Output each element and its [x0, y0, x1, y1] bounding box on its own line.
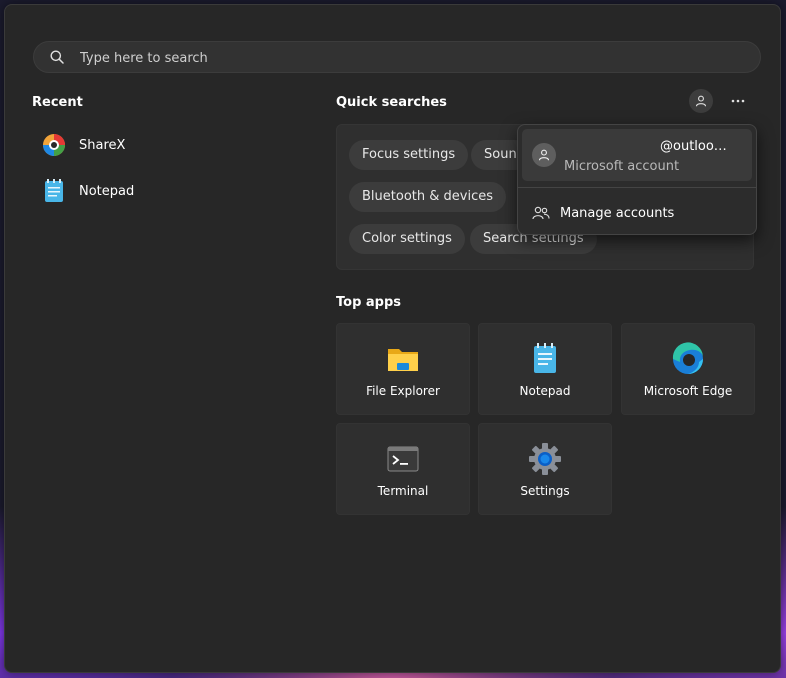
app-tile-file-explorer[interactable]: File Explorer — [336, 323, 470, 415]
person-icon — [695, 95, 707, 107]
notepad-icon — [534, 343, 556, 373]
app-tile-terminal[interactable]: Terminal — [336, 423, 470, 515]
avatar — [532, 143, 556, 167]
recent-item-sharex[interactable]: ShareX — [41, 127, 291, 163]
edge-icon — [672, 342, 703, 374]
account-button[interactable] — [689, 89, 713, 113]
chip-focus-settings[interactable]: Focus settings — [349, 140, 469, 170]
chip-color-settings[interactable]: Color settings — [349, 224, 465, 254]
folder-icon — [388, 349, 418, 371]
account-email: @outloo… — [660, 139, 727, 154]
more-options-button[interactable] — [726, 89, 750, 113]
gear-icon — [529, 443, 561, 475]
app-tile-label: Notepad — [519, 384, 571, 398]
quick-searches-heading: Quick searches — [336, 95, 447, 110]
manage-accounts-item[interactable]: Manage accounts — [522, 195, 752, 231]
search-icon — [50, 50, 64, 64]
search-box[interactable] — [33, 41, 761, 74]
app-tile-label: Microsoft Edge — [643, 384, 733, 398]
people-icon — [532, 206, 550, 220]
divider — [518, 187, 756, 188]
recent-item-notepad[interactable]: Notepad — [41, 173, 291, 209]
person-icon — [538, 149, 550, 161]
account-card[interactable]: @outloo… Microsoft account — [522, 129, 752, 181]
app-tile-label: File Explorer — [366, 384, 440, 398]
start-panel: Recent ShareX No — [4, 4, 781, 673]
recent-heading: Recent — [32, 95, 83, 110]
search-input[interactable] — [78, 42, 742, 74]
account-type: Microsoft account — [564, 159, 680, 174]
account-popup: @outloo… Microsoft account Manage accoun… — [517, 124, 757, 235]
top-apps-heading: Top apps — [336, 295, 402, 310]
app-tile-label: Settings — [520, 484, 570, 498]
recent-item-label: Notepad — [79, 183, 135, 199]
app-tile-notepad[interactable]: Notepad — [478, 323, 612, 415]
chip-bluetooth-devices[interactable]: Bluetooth & devices — [349, 182, 506, 212]
app-tile-microsoft-edge[interactable]: Microsoft Edge — [621, 323, 755, 415]
terminal-icon — [387, 446, 419, 472]
app-tile-label: Terminal — [377, 484, 429, 498]
manage-accounts-label: Manage accounts — [560, 205, 675, 221]
more-icon — [731, 99, 745, 103]
notepad-icon — [41, 178, 67, 204]
app-tile-settings[interactable]: Settings — [478, 423, 612, 515]
sharex-icon — [41, 132, 67, 158]
recent-item-label: ShareX — [79, 137, 126, 153]
